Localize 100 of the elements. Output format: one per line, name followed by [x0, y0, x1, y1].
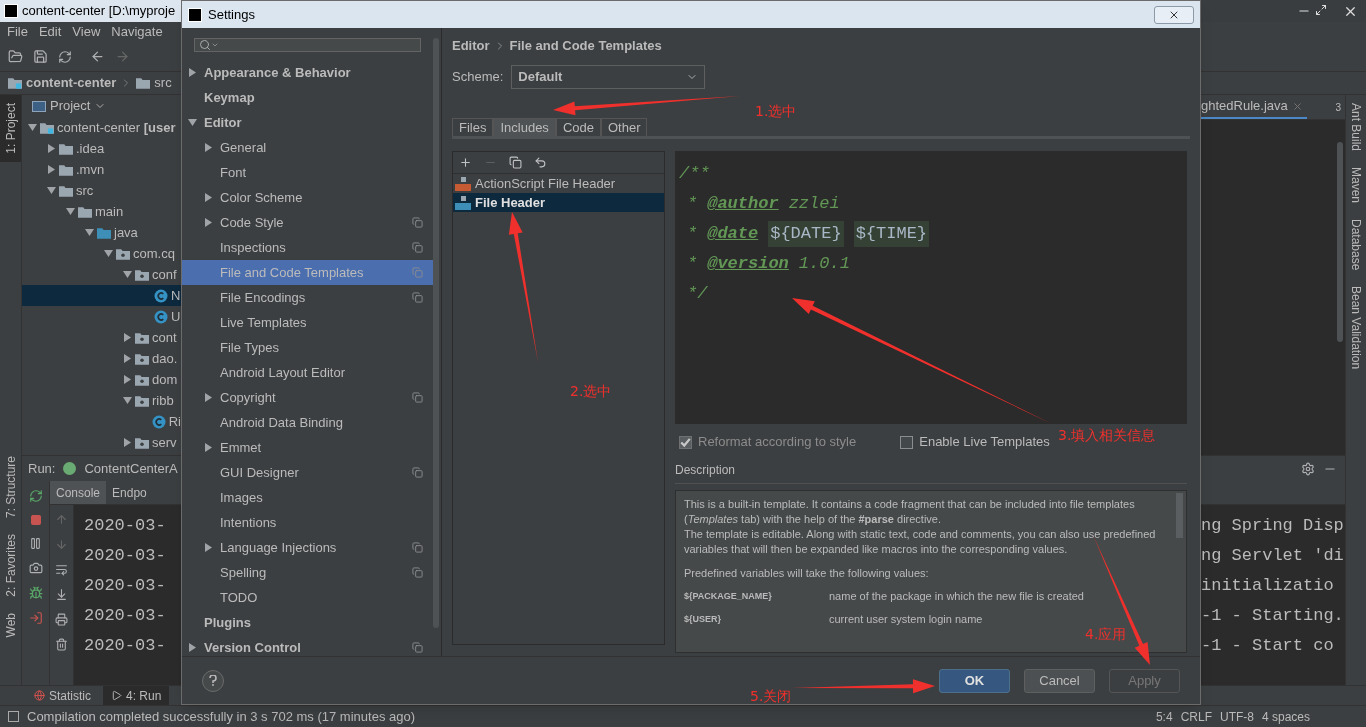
settings-tree-item[interactable]: TODO — [182, 585, 434, 610]
tab-list-button[interactable]: 3 — [1335, 99, 1345, 115]
tree-row[interactable]: .mvn — [22, 159, 181, 180]
menu-item[interactable]: Edit — [38, 22, 62, 42]
tree-row[interactable]: serv — [22, 432, 181, 453]
caret-right-icon[interactable] — [188, 68, 197, 77]
caret-right-icon[interactable] — [204, 393, 213, 402]
settings-tree-item[interactable]: Language Injections — [182, 535, 434, 560]
settings-tree-item[interactable]: Color Scheme — [182, 185, 434, 210]
tool-window-tab[interactable]: Maven — [1346, 159, 1366, 212]
caret-right-icon[interactable] — [47, 165, 56, 174]
console-tab[interactable]: Endpo — [106, 481, 153, 504]
settings-icon[interactable] — [1301, 461, 1315, 476]
settings-tree-item[interactable]: Keymap — [182, 85, 434, 110]
caret-right-icon[interactable] — [47, 144, 56, 153]
settings-tree-item[interactable]: Inspections — [182, 235, 434, 260]
close-icon[interactable] — [1343, 4, 1358, 19]
caret-down-icon[interactable] — [104, 249, 113, 258]
tree-row[interactable]: cont — [22, 327, 181, 348]
dialog-button[interactable]: OK — [939, 668, 1010, 693]
trash-icon[interactable] — [55, 638, 68, 651]
panel-title[interactable]: Project — [50, 96, 91, 116]
settings-tree-item[interactable]: Spelling — [182, 560, 434, 585]
sync-icon[interactable] — [58, 49, 72, 64]
template-tab[interactable]: Code — [555, 118, 601, 136]
tree-row[interactable]: dom — [22, 369, 181, 390]
caret-down-icon[interactable] — [123, 270, 132, 279]
stop-icon[interactable] — [29, 514, 42, 526]
template-item[interactable]: ActionScript File Header — [453, 174, 664, 193]
template-tab[interactable]: Other — [600, 118, 648, 136]
tree-row[interactable]: src — [22, 180, 181, 201]
status-item[interactable]: 4 spaces — [1261, 707, 1310, 726]
settings-tree-item[interactable]: Android Layout Editor — [182, 360, 434, 385]
settings-tree-item[interactable]: Code Style — [182, 210, 434, 235]
tool-window-tab[interactable]: Web — [0, 604, 21, 645]
settings-tree-item[interactable]: Intentions — [182, 510, 434, 535]
reset-icon[interactable] — [534, 156, 547, 169]
caret-right-icon[interactable] — [204, 218, 213, 227]
search-field[interactable] — [194, 38, 422, 52]
back-icon[interactable] — [90, 49, 105, 64]
bottom-tool-tab[interactable]: 4: Run — [103, 686, 170, 705]
settings-tree-item[interactable]: Android Data Binding — [182, 410, 434, 435]
caret-right-icon[interactable] — [204, 543, 213, 552]
tree-row[interactable]: U — [22, 306, 181, 327]
template-editor[interactable]: /** * @author zzlei * @date ${DATE} ${TIME} * @version 1.0.1 */ — [675, 151, 1187, 424]
checkbox[interactable] — [900, 435, 914, 449]
menu-item[interactable]: Navigate — [111, 22, 163, 42]
tree-row[interactable]: ribb — [22, 390, 181, 411]
tree-row[interactable]: java — [22, 222, 181, 243]
caret-down-icon[interactable] — [188, 118, 197, 127]
scroll-end-icon[interactable] — [55, 588, 68, 601]
tool-window-tab[interactable]: Database — [1346, 211, 1366, 279]
caret-right-icon[interactable] — [123, 333, 132, 342]
caret-right-icon[interactable] — [123, 375, 132, 384]
settings-tree-item[interactable]: File Types — [182, 335, 434, 360]
tree-row[interactable]: com.cq — [22, 243, 181, 264]
wrap-icon[interactable] — [55, 563, 68, 576]
caret-right-icon[interactable] — [123, 438, 132, 447]
dialog-button[interactable]: Cancel — [1024, 668, 1095, 693]
settings-tree-item[interactable]: Copyright — [182, 385, 434, 410]
pause-icon[interactable] — [29, 537, 42, 550]
caret-right-icon[interactable] — [123, 354, 132, 363]
menu-item[interactable]: View — [72, 22, 101, 42]
caret-right-icon[interactable] — [204, 193, 213, 202]
scrollbar[interactable] — [1337, 142, 1343, 342]
tree-row[interactable]: content-center [user — [22, 117, 181, 138]
tree-row[interactable]: main — [22, 201, 181, 222]
tree-row[interactable]: dao. — [22, 348, 181, 369]
settings-tree-item[interactable]: Version Control — [182, 635, 434, 660]
tool-window-tab[interactable]: 2: Favorites — [0, 525, 21, 605]
caret-right-icon[interactable] — [204, 143, 213, 152]
caret-down-icon[interactable] — [66, 207, 75, 216]
status-item[interactable]: CRLF — [1180, 707, 1212, 726]
status-item[interactable]: 5:4 — [1155, 707, 1173, 726]
tool-window-tab[interactable]: 7: Structure — [0, 447, 21, 526]
settings-tree-item[interactable]: Images — [182, 485, 434, 510]
tool-window-tab[interactable]: Ant Build — [1346, 95, 1366, 160]
settings-tree-item[interactable]: General — [182, 135, 434, 160]
save-icon[interactable] — [33, 49, 48, 64]
open-folder-icon[interactable] — [8, 49, 23, 64]
run-config-tab[interactable]: ContentCenterA — [84, 458, 178, 479]
template-tab[interactable]: Includes — [493, 118, 556, 136]
breadcrumb-item[interactable]: Editor — [452, 36, 490, 56]
caret-down-icon[interactable] — [85, 228, 94, 237]
help-button[interactable] — [202, 669, 224, 692]
bottom-tool-tab[interactable]: Statistic — [26, 686, 99, 705]
breadcrumb-item[interactable]: content-center — [26, 73, 117, 93]
tool-window-tab[interactable]: 1: Project — [0, 95, 21, 162]
settings-tree-item[interactable]: Appearance & Behavior — [182, 60, 434, 85]
settings-tree-item[interactable]: File Encodings — [182, 285, 434, 310]
caret-down-icon[interactable] — [28, 123, 37, 132]
tree-row[interactable]: conf — [22, 264, 181, 285]
tree-row[interactable]: .idea — [22, 138, 181, 159]
bug-icon[interactable] — [28, 586, 43, 600]
settings-tree-item[interactable]: Editor — [182, 110, 434, 135]
settings-tree-item[interactable]: Plugins — [182, 610, 434, 635]
scrollbar[interactable] — [433, 38, 440, 628]
add-icon[interactable] — [459, 156, 472, 169]
print-icon[interactable] — [55, 613, 68, 626]
copy-icon[interactable] — [509, 156, 522, 169]
